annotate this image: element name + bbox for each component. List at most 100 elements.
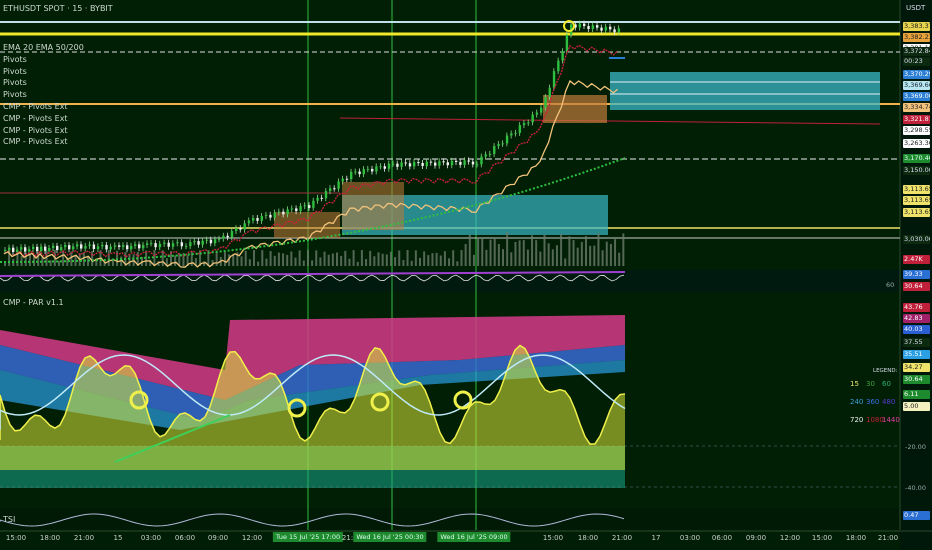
symbol-title[interactable]: ETHUSDT SPOT · 15 · BYBIT: [3, 3, 113, 14]
indicator-item[interactable]: Pivots: [3, 66, 27, 77]
volume-bar: [439, 255, 442, 266]
candle: [277, 211, 281, 213]
price-label: 39.33: [903, 270, 930, 279]
volume-bar: [286, 254, 289, 266]
price-label: 3,370.29: [903, 70, 930, 79]
candle: [514, 132, 517, 134]
candle: [126, 245, 129, 250]
volume-bar: [244, 250, 247, 266]
volume-bar: [377, 252, 380, 266]
candle: [171, 243, 175, 247]
volume-bar: [460, 250, 463, 266]
candle: [130, 245, 133, 250]
indicator-item[interactable]: CMP - Pivots Ext: [3, 101, 68, 112]
candle: [565, 34, 569, 52]
candle: [463, 160, 466, 165]
volume-bar: [539, 251, 542, 266]
price-label: 3,113.65: [903, 185, 930, 194]
candle: [371, 168, 374, 172]
volume-bar: [601, 250, 604, 266]
volume-bar: [331, 253, 334, 266]
oscillator-label: 43.76: [903, 303, 930, 312]
candle: [583, 23, 586, 27]
volume-bar: [535, 240, 538, 266]
candle: [413, 162, 416, 167]
candle: [118, 245, 121, 247]
candle: [488, 153, 492, 155]
candle: [540, 107, 543, 113]
volume-bar: [107, 250, 110, 266]
time-tick: 03:00: [140, 534, 162, 542]
candle: [518, 125, 522, 133]
indicator-item[interactable]: Pivots: [3, 89, 27, 100]
volume-bar: [543, 234, 546, 266]
candle: [613, 29, 616, 33]
candle: [213, 239, 217, 244]
indicator-item[interactable]: CMP - Pivots Ext: [3, 113, 68, 124]
volume-bar: [394, 257, 397, 266]
tsi-label[interactable]: TSI: [3, 514, 15, 525]
volume-bar: [398, 250, 401, 266]
tsi-pane-bg: [0, 508, 900, 530]
time-tick: 06:00: [711, 534, 733, 542]
legend-entry: 240: [850, 398, 864, 406]
candle: [76, 244, 79, 247]
candle: [375, 166, 378, 172]
legend-entry: 720: [850, 416, 864, 424]
volume-bar: [265, 258, 268, 266]
candle: [354, 171, 357, 173]
indicator-item[interactable]: Pivots: [3, 54, 27, 65]
oscillator-label: 42.83: [903, 314, 930, 323]
volume-bar: [336, 252, 338, 266]
chart-canvas[interactable]: [0, 0, 932, 550]
volume-bar: [468, 234, 471, 266]
candle: [52, 245, 55, 248]
price-label: 00:23: [903, 57, 930, 66]
osc-axis-label: -20.00: [905, 443, 926, 451]
candle: [295, 208, 298, 212]
legend-entry: 360: [866, 398, 880, 406]
price-label: 3,170.46: [903, 154, 930, 163]
price-label: 2.47K: [903, 255, 930, 264]
candle: [303, 205, 307, 207]
volume-bar: [352, 250, 355, 266]
indicator-item[interactable]: CMP - Pivots Ext: [3, 136, 68, 147]
candle: [20, 247, 23, 250]
volume-bar: [82, 252, 85, 266]
volume-bar: [423, 251, 426, 266]
indicator-item[interactable]: CMP - Pivots Ext: [3, 125, 68, 136]
legend-title: LEGEND:: [873, 368, 898, 374]
volume-bar: [597, 232, 600, 266]
candle: [493, 146, 496, 154]
candle: [312, 200, 315, 208]
candle: [501, 143, 504, 145]
candle: [56, 245, 59, 251]
candle: [383, 166, 386, 169]
volume-bar: [547, 243, 550, 266]
candle: [587, 26, 590, 30]
time-tick: 15:00: [5, 534, 27, 542]
volume-bar: [522, 240, 525, 266]
candle: [282, 211, 285, 215]
volume-bar: [477, 237, 480, 266]
candle: [8, 247, 11, 250]
indicator-item[interactable]: EMA 20 EMA 50/200: [3, 42, 84, 53]
legend-entry: 30: [866, 380, 875, 388]
candle: [510, 133, 513, 136]
candle: [4, 250, 7, 251]
candle: [417, 162, 420, 164]
candle: [286, 209, 289, 215]
time-tick: Tue 15 Jul '25 17:00: [272, 532, 344, 542]
oscillator-title[interactable]: CMP - PAR v1.1: [3, 297, 64, 308]
volume-bar: [257, 261, 260, 266]
candle: [218, 238, 221, 240]
quote-currency[interactable]: USDT: [906, 4, 925, 12]
candle: [48, 247, 51, 251]
candle: [604, 26, 608, 31]
volume-bar: [618, 252, 621, 266]
time-tick: 09:00: [745, 534, 767, 542]
volume-bar: [564, 258, 567, 266]
indicator-item[interactable]: Pivots: [3, 77, 27, 88]
candle: [247, 220, 251, 224]
volume-bar: [435, 252, 438, 266]
